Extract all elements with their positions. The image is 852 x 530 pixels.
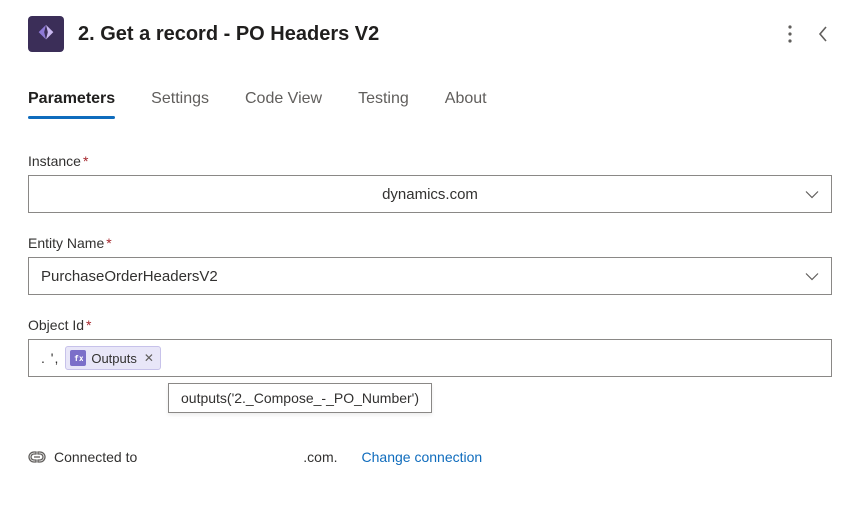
required-star: * [86,317,91,333]
entity-select[interactable]: PurchaseOrderHeadersV2 [28,257,832,295]
connection-domain: .com. [303,449,337,465]
fx-icon: fx [70,350,86,366]
connector-icon [28,16,64,52]
svg-text:fx: fx [74,354,83,363]
token-expression-tooltip: outputs('2._Compose_-_PO_Number') [168,383,432,413]
token-remove-button[interactable]: ✕ [144,352,154,364]
instance-label-text: Instance [28,153,81,169]
more-menu-button[interactable] [784,21,796,47]
chevron-down-icon [805,186,819,203]
vertical-dots-icon [788,25,792,43]
instance-label: Instance* [28,153,832,169]
field-object-id: Object Id* . ', fx Outputs ✕ outputs('2.… [28,317,832,413]
object-id-label-text: Object Id [28,317,84,333]
card-header: 2. Get a record - PO Headers V2 [28,16,832,52]
expression-token[interactable]: fx Outputs ✕ [65,346,161,370]
tab-code-view[interactable]: Code View [245,90,322,118]
field-entity-name: Entity Name* PurchaseOrderHeadersV2 [28,235,832,295]
collapse-button[interactable] [814,21,832,47]
entity-label-text: Entity Name [28,235,104,251]
token-label: Outputs [91,351,137,366]
object-id-label: Object Id* [28,317,832,333]
header-actions [784,21,832,47]
tab-bar: Parameters Settings Code View Testing Ab… [28,90,832,119]
chevron-left-icon [818,25,828,43]
token-tooltip-wrap: outputs('2._Compose_-_PO_Number') [168,383,832,413]
tab-about[interactable]: About [445,90,487,118]
instance-value: dynamics.com [382,186,478,203]
entity-label: Entity Name* [28,235,832,251]
object-id-prefix: . ', [37,350,59,366]
action-card: 2. Get a record - PO Headers V2 Paramete… [0,0,852,485]
tab-testing[interactable]: Testing [358,90,409,118]
card-title: 2. Get a record - PO Headers V2 [78,23,770,46]
object-id-input[interactable]: . ', fx Outputs ✕ [28,339,832,377]
entity-value: PurchaseOrderHeadersV2 [41,268,819,285]
chevron-down-icon [805,268,819,285]
required-star: * [83,153,88,169]
connected-to-label: Connected to [54,449,137,465]
instance-select[interactable]: dynamics.com [28,175,832,213]
tab-parameters[interactable]: Parameters [28,90,115,118]
required-star: * [106,235,111,251]
tab-settings[interactable]: Settings [151,90,209,118]
input-underline [39,376,169,377]
field-instance: Instance* dynamics.com [28,153,832,213]
change-connection-link[interactable]: Change connection [362,449,483,465]
connection-icon [28,451,46,463]
connection-footer: Connected to .com. Change connection [28,449,832,465]
dynamics-icon [35,23,57,45]
